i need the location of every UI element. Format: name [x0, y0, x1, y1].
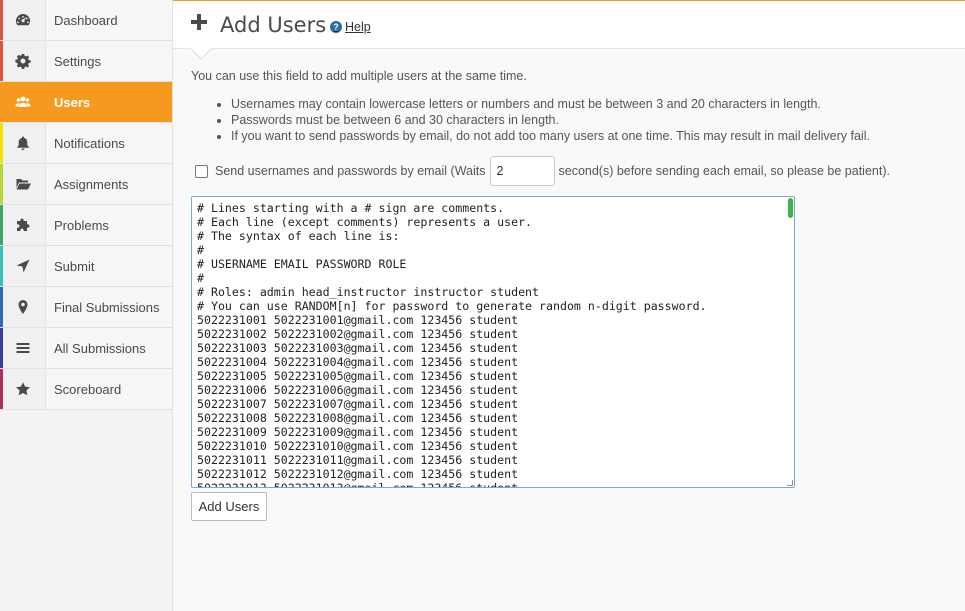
sidebar-item-settings[interactable]: Settings — [0, 41, 172, 82]
dashboard-icon — [0, 0, 46, 40]
sidebar-stripe — [0, 246, 3, 286]
page-title: Add Users — [220, 13, 327, 37]
users-textarea-content: # Lines starting with a # sign are comme… — [197, 201, 707, 488]
plus-icon — [191, 14, 207, 30]
sidebar-item-dashboard[interactable]: Dashboard — [0, 0, 172, 41]
sidebar-item-label: Assignments — [54, 176, 129, 192]
sidebar-item-submit[interactable]: Submit — [0, 246, 172, 287]
bell-icon — [0, 123, 46, 163]
email-option-label-after: second(s) before sending each email, so … — [558, 164, 890, 178]
textarea-scrollbar-thumb[interactable] — [788, 198, 793, 218]
map-marker-icon — [0, 287, 46, 327]
sidebar-stripe — [0, 369, 3, 409]
sidebar-item-label: All Submissions — [54, 340, 146, 356]
question-icon: ? — [330, 21, 342, 33]
header-notch — [191, 48, 211, 58]
puzzle-icon — [0, 205, 46, 245]
rule-item: Usernames may contain lowercase letters … — [231, 96, 870, 112]
sidebar-stripe — [0, 123, 3, 163]
send-email-checkbox[interactable] — [195, 164, 208, 178]
sidebar-item-label: Dashboard — [54, 12, 118, 28]
sidebar-item-label: Users — [54, 94, 91, 110]
main-content: Add Users ? Help You can use this field … — [173, 0, 965, 611]
sidebar-item-label: Notifications — [54, 135, 125, 151]
sidebar-item-label: Submit — [54, 258, 95, 274]
sidebar-item-scoreboard[interactable]: Scoreboard — [0, 369, 172, 410]
sidebar-item-notifications[interactable]: Notifications — [0, 123, 172, 164]
users-textarea[interactable]: # Lines starting with a # sign are comme… — [191, 196, 795, 488]
help-link[interactable]: ? Help — [330, 20, 371, 34]
rule-item: Passwords must be between 6 and 30 chara… — [231, 112, 870, 128]
rule-item: If you want to send passwords by email, … — [231, 128, 870, 144]
sidebar-item-label: Scoreboard — [54, 381, 122, 397]
rules-list: Usernames may contain lowercase letters … — [213, 96, 870, 144]
folder-open-icon — [0, 164, 46, 204]
help-label: Help — [345, 20, 371, 34]
sidebar-stripe — [0, 0, 3, 40]
sidebar-stripe — [0, 164, 3, 204]
sidebar-item-assignments[interactable]: Assignments — [0, 164, 172, 205]
sidebar-stripe — [0, 205, 3, 245]
sidebar-item-final-submissions[interactable]: Final Submissions — [0, 287, 172, 328]
page-header: Add Users ? Help — [173, 1, 965, 49]
textarea-resize-grip[interactable] — [787, 480, 793, 486]
email-option-label-before: Send usernames and passwords by email (W… — [215, 164, 486, 178]
star-icon — [0, 369, 46, 409]
sidebar-item-label: Final Submissions — [54, 299, 160, 315]
intro-text: You can use this field to add multiple u… — [191, 69, 527, 83]
sidebar-stripe — [0, 328, 3, 368]
sidebar: Dashboard Settings Users Notifications A… — [0, 0, 173, 611]
add-users-button[interactable]: Add Users — [191, 492, 267, 521]
location-arrow-icon — [0, 246, 46, 286]
sidebar-stripe — [0, 41, 3, 81]
sidebar-stripe — [0, 82, 3, 122]
sidebar-item-users[interactable]: Users — [0, 82, 172, 123]
sidebar-item-label: Settings — [54, 53, 101, 69]
sidebar-item-problems[interactable]: Problems — [0, 205, 172, 246]
email-option-row: Send usernames and passwords by email (W… — [195, 156, 890, 186]
wait-seconds-input[interactable]: 2 — [489, 156, 555, 186]
sidebar-stripe — [0, 287, 3, 327]
list-icon — [0, 328, 46, 368]
gear-icon — [0, 41, 46, 81]
sidebar-item-all-submissions[interactable]: All Submissions — [0, 328, 172, 369]
users-icon — [0, 82, 46, 122]
sidebar-item-label: Problems — [54, 217, 109, 233]
